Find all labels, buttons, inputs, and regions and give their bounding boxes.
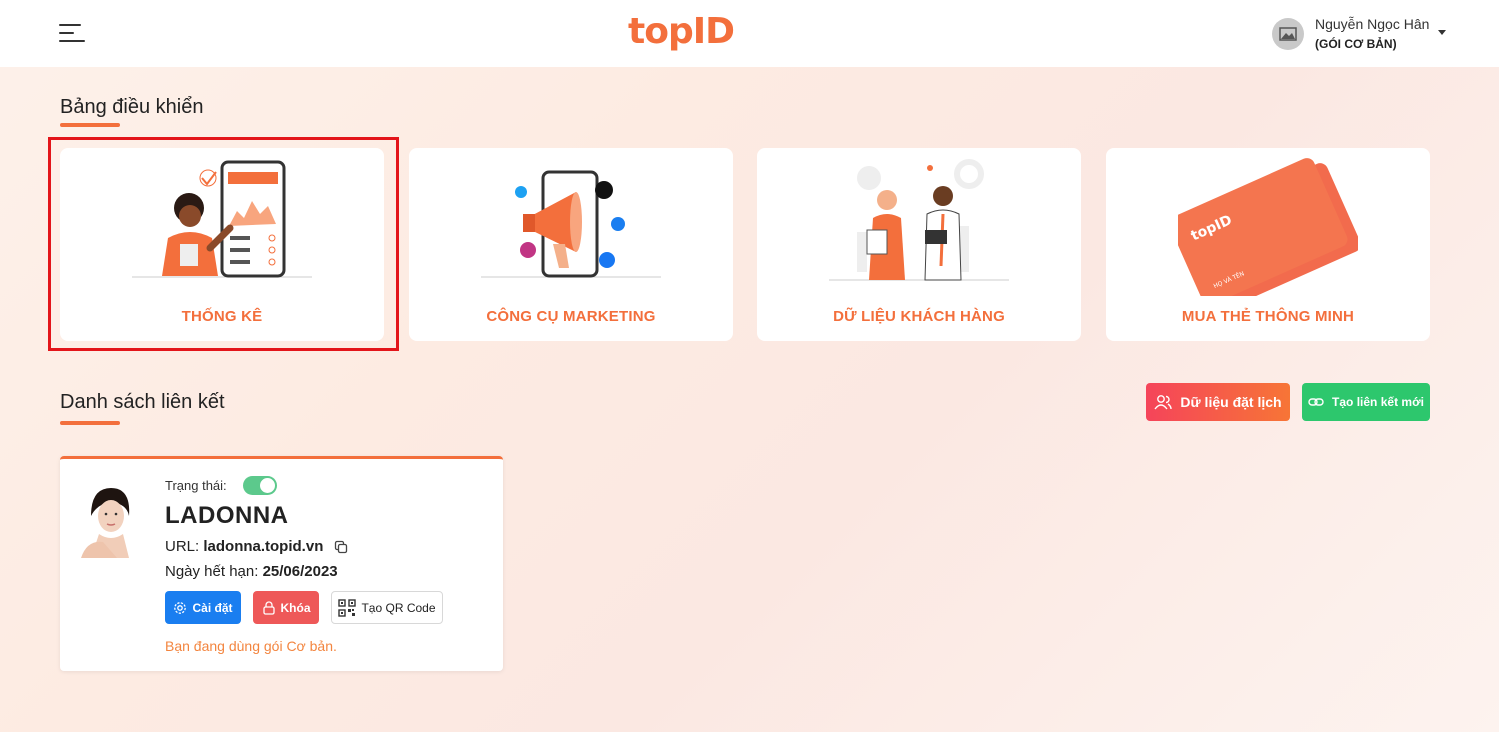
url-value[interactable]: ladonna.topid.vn [203,538,323,555]
lock-button[interactable]: Khóa [253,591,319,624]
card-marketing[interactable]: CÔNG CỤ MARKETING [409,148,733,341]
user-name: Nguyễn Ngọc Hân [1315,16,1430,32]
statistics-illustration-icon [132,160,312,278]
new-link-label: Tạo liên kết mới [1332,395,1424,409]
card-statistics[interactable]: THỐNG KÊ [60,148,384,341]
title-underline [60,123,120,127]
logo[interactable]: topID [628,8,735,56]
card-label: CÔNG CỤ MARKETING [486,308,656,325]
gear-icon [174,601,187,614]
url-row: URL: ladonna.topid.vn [165,538,348,555]
image-placeholder-icon [1279,27,1297,41]
links-title: Danh sách liên kết [60,391,225,413]
copy-icon[interactable] [334,540,348,554]
avatar [1272,18,1304,50]
card-label: DỮ LIỆU KHÁCH HÀNG [833,308,1005,325]
user-menu[interactable]: Nguyễn Ngọc Hân (GÓI CƠ BẢN) [1272,16,1452,52]
smart-card-illustration-icon: topID HỌ VÀ TÊN [1178,158,1358,296]
url-label: URL: [165,538,200,555]
link-name: LADONNA [165,502,289,529]
card-smart-card[interactable]: topID HỌ VÀ TÊN MUA THẺ THÔNG MINH [1106,148,1430,341]
menu-icon[interactable] [59,23,87,45]
title-underline [60,421,120,425]
lock-label: Khóa [280,600,311,615]
expiry-row: Ngày hết hạn: 25/06/2023 [165,563,338,580]
qr-code-label: Tạo QR Code [361,600,436,615]
status-label: Trạng thái: [165,478,227,493]
user-plan: (GÓI CƠ BẢN) [1315,37,1397,51]
booking-data-label: Dữ liệu đặt lịch [1180,394,1282,410]
customer-data-illustration-icon [829,159,1009,281]
profile-avatar [77,482,141,558]
booking-data-button[interactable]: Dữ liệu đặt lịch [1146,383,1290,421]
card-label: THỐNG KÊ [181,308,263,325]
expiry-value: 25/06/2023 [262,563,338,580]
marketing-illustration-icon [481,170,661,278]
dashboard-title: Bảng điều khiển [60,96,204,118]
top-navbar: topID Nguyễn Ngọc Hân (GÓI CƠ BẢN) [0,0,1499,67]
qr-code-button[interactable]: Tạo QR Code [331,591,443,624]
lock-icon [262,600,275,615]
settings-button[interactable]: Cài đặt [165,591,241,624]
link-card: Trạng thái: LADONNA URL: ladonna.topid.v… [60,456,503,671]
new-link-button[interactable]: Tạo liên kết mới [1302,383,1430,421]
card-customer-data[interactable]: DỮ LIỆU KHÁCH HÀNG [757,148,1081,341]
users-icon [1154,395,1173,410]
plan-note: Bạn đang dùng gói Cơ bản. [165,638,337,654]
link-icon [1308,398,1324,406]
settings-label: Cài đặt [192,600,233,615]
chevron-down-icon[interactable] [1438,30,1446,35]
qr-code-icon [338,598,357,617]
status-toggle[interactable] [243,476,277,495]
expiry-label: Ngày hết hạn: [165,563,259,580]
card-label: MUA THẺ THÔNG MINH [1181,308,1355,325]
